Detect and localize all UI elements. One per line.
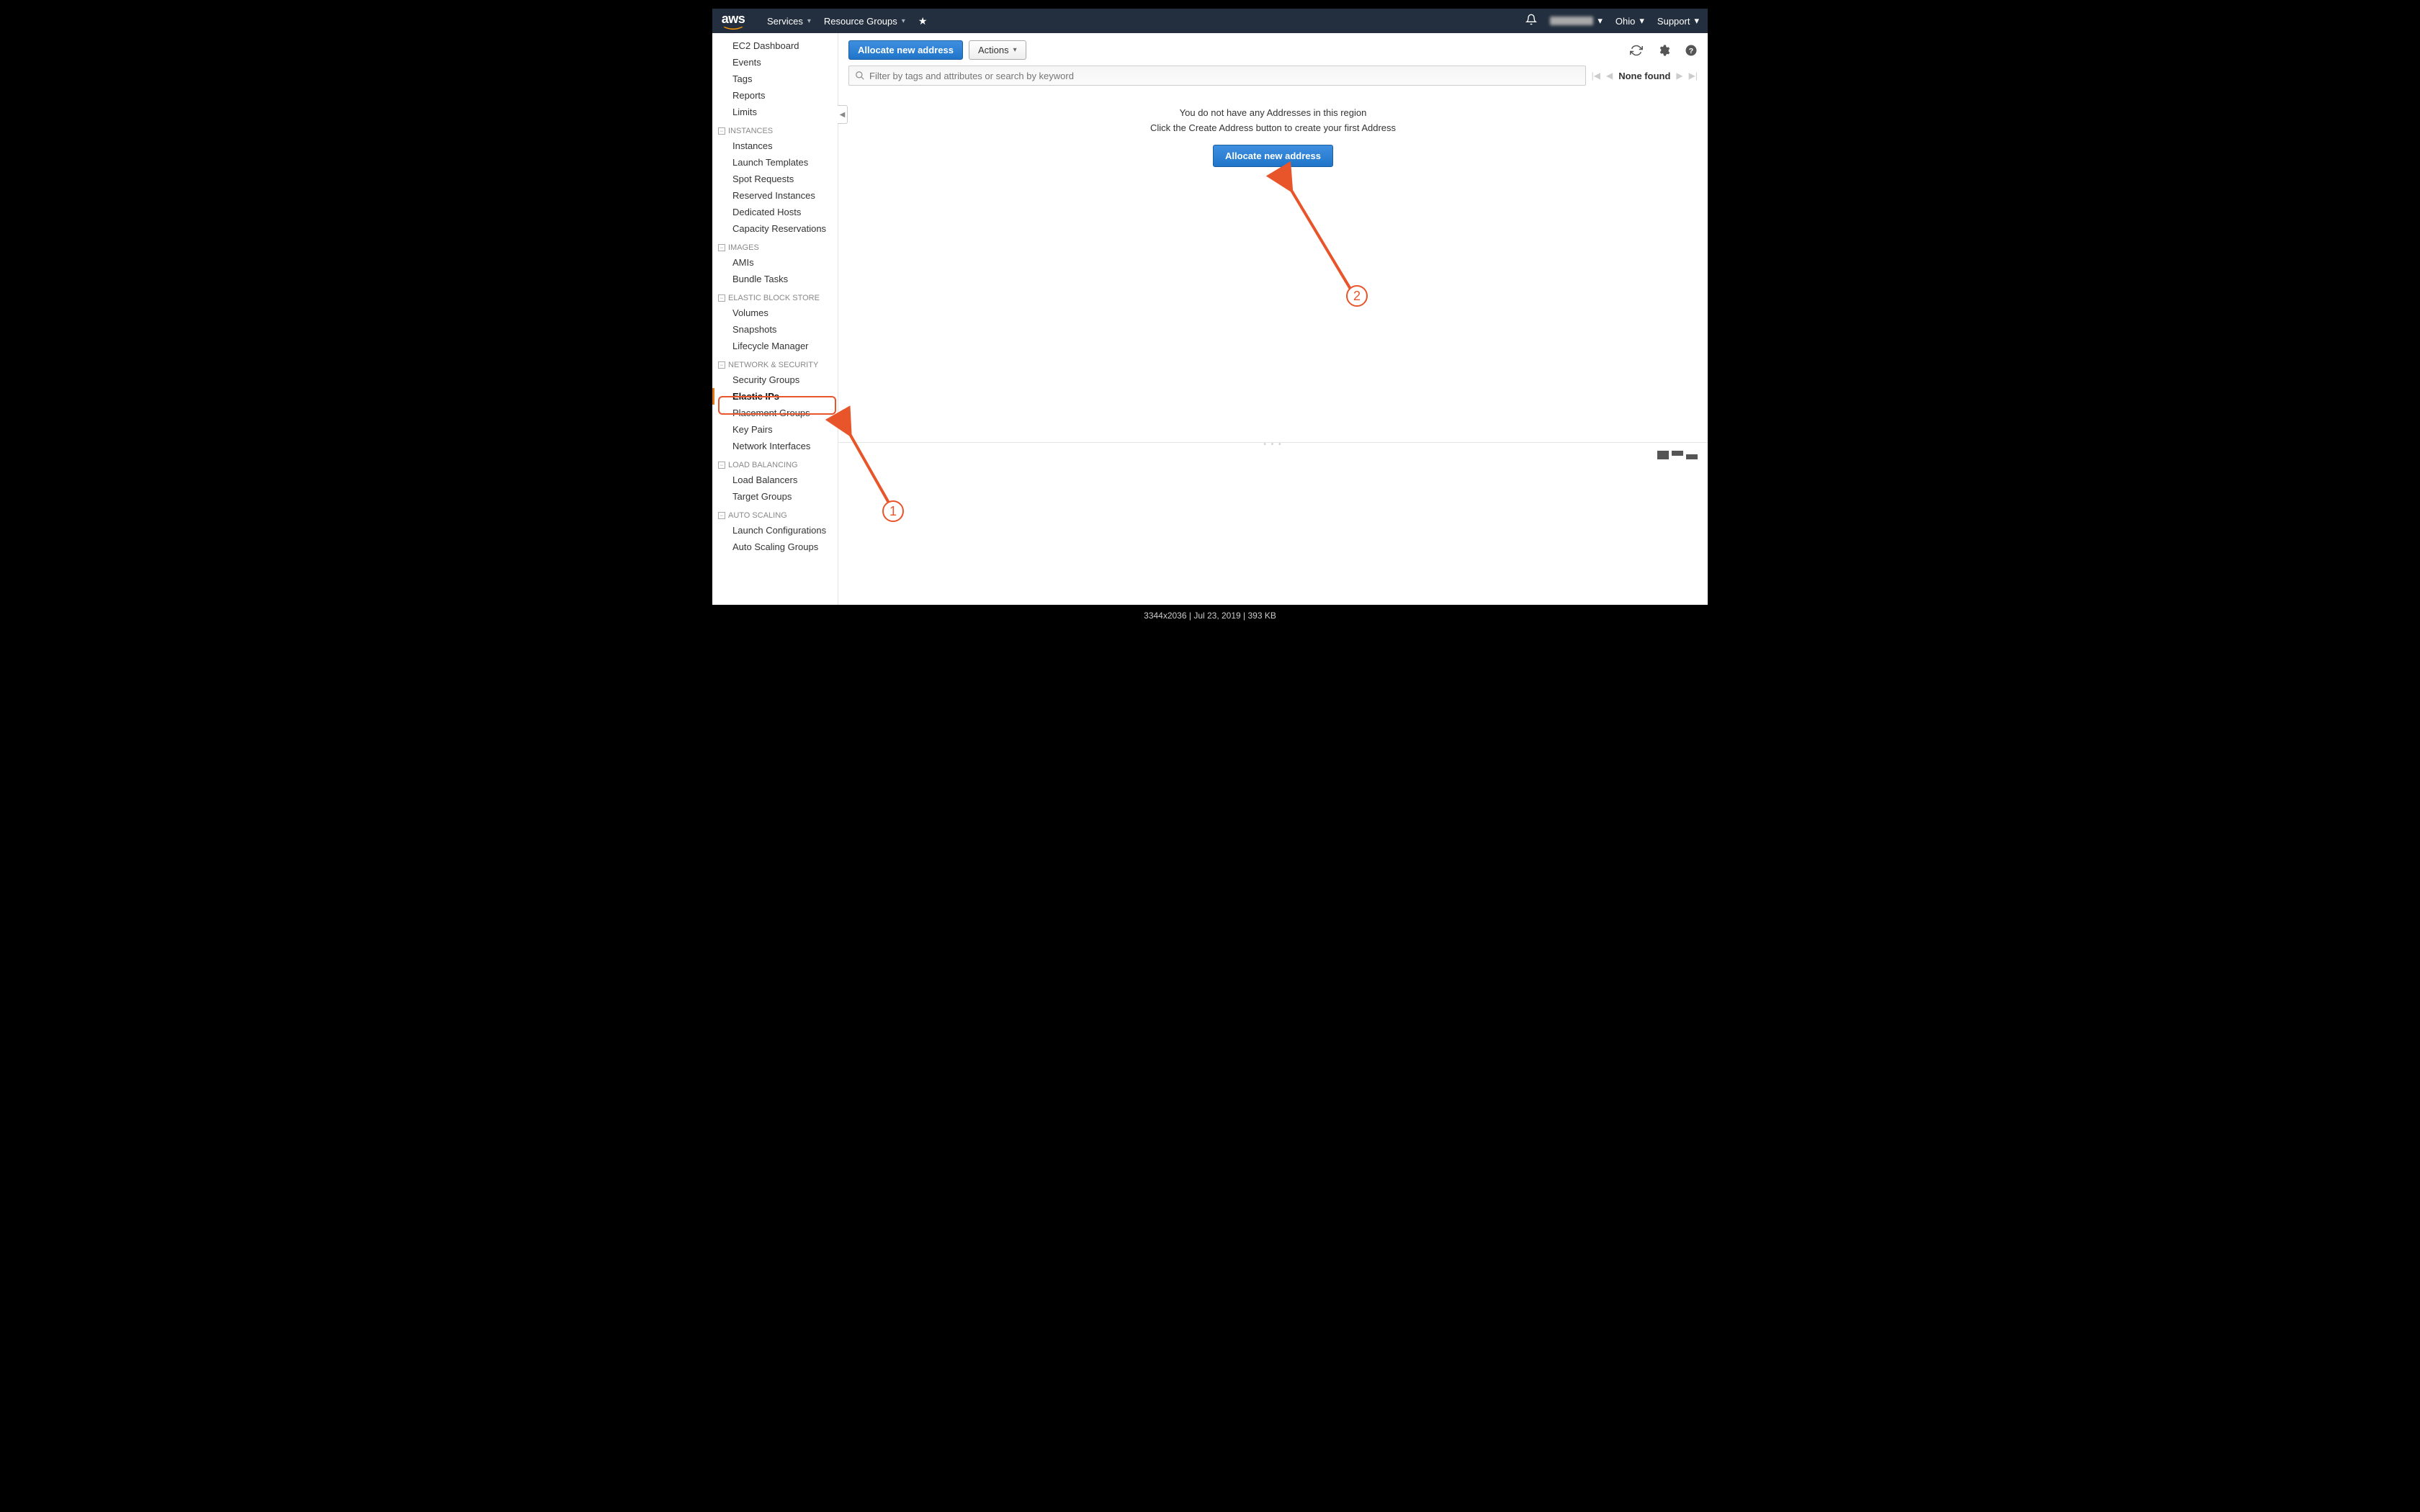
allocate-new-address-center-button[interactable]: Allocate new address — [1213, 145, 1333, 167]
sidebar-item[interactable]: Security Groups — [712, 372, 838, 388]
sidebar-item[interactable]: Instances — [712, 138, 838, 154]
sidebar-item[interactable]: Tags — [712, 71, 838, 87]
allocate-button-label: Allocate new address — [858, 45, 954, 55]
aws-logo-text: aws — [722, 12, 745, 27]
sidebar-section-header[interactable]: −IMAGES — [712, 237, 838, 254]
layout-split-icon[interactable] — [1672, 451, 1683, 459]
sidebar-item[interactable]: AMIs — [712, 254, 838, 271]
sidebar-item[interactable]: Placement Groups — [712, 405, 838, 421]
chevron-down-icon: ▾ — [807, 17, 811, 25]
nav-resource-groups[interactable]: Resource Groups ▾ — [824, 16, 905, 27]
pager-first-icon[interactable]: |◀ — [1592, 71, 1600, 81]
collapse-icon[interactable]: − — [718, 294, 725, 302]
sidebar-item[interactable]: Capacity Reservations — [712, 220, 838, 237]
notifications-bell-icon[interactable] — [1525, 14, 1537, 29]
sidebar-item[interactable]: Auto Scaling Groups — [712, 539, 838, 555]
sidebar-item[interactable]: Reserved Instances — [712, 187, 838, 204]
svg-text:?: ? — [1689, 46, 1693, 55]
pager: |◀ ◀ None found ▶ ▶| — [1592, 71, 1698, 81]
region-label: Ohio — [1615, 16, 1635, 27]
search-icon — [855, 71, 865, 81]
pager-prev-icon[interactable]: ◀ — [1606, 71, 1613, 81]
support-menu[interactable]: Support ▾ — [1657, 15, 1699, 27]
footer-caption: 3344x2036 | Jul 23, 2019 | 393 KB — [709, 611, 1711, 621]
sidebar-item[interactable]: Bundle Tasks — [712, 271, 838, 287]
sidebar-item[interactable]: Elastic IPs — [712, 388, 838, 405]
sidebar-item[interactable]: Lifecycle Manager — [712, 338, 838, 354]
pager-count: None found — [1618, 71, 1670, 81]
sidebar-item[interactable]: Snapshots — [712, 321, 838, 338]
layout-bottom-icon[interactable] — [1686, 451, 1698, 459]
collapse-icon[interactable]: − — [718, 512, 725, 519]
chevron-down-icon: ▾ — [1639, 15, 1644, 27]
sidebar-item[interactable]: Key Pairs — [712, 421, 838, 438]
sidebar: EC2 DashboardEventsTagsReportsLimits−INS… — [712, 33, 838, 605]
top-navbar: aws Services ▾ Resource Groups ▾ ★ ▾ — [712, 9, 1708, 33]
aws-logo[interactable]: aws — [721, 12, 745, 31]
refresh-icon[interactable] — [1630, 44, 1643, 57]
gear-icon[interactable] — [1657, 44, 1670, 57]
filter-bar: |◀ ◀ None found ▶ ▶| — [838, 66, 1708, 91]
collapse-icon[interactable]: − — [718, 462, 725, 469]
sidebar-section-header[interactable]: −ELASTIC BLOCK STORE — [712, 287, 838, 305]
sidebar-item[interactable]: Events — [712, 54, 838, 71]
filter-box[interactable] — [848, 66, 1586, 86]
collapse-icon[interactable]: − — [718, 127, 725, 135]
sidebar-item[interactable]: Load Balancers — [712, 472, 838, 488]
sidebar-item[interactable]: Launch Templates — [712, 154, 838, 171]
region-menu[interactable]: Ohio ▾ — [1615, 15, 1644, 27]
actions-button[interactable]: Actions ▾ — [969, 40, 1026, 60]
aws-swoosh-icon — [721, 27, 745, 31]
toolbar: Allocate new address Actions ▾ ? — [838, 33, 1708, 66]
sidebar-item[interactable]: Reports — [712, 87, 838, 104]
sidebar-section-header[interactable]: −AUTO SCALING — [712, 505, 838, 522]
sidebar-item[interactable]: Dedicated Hosts — [712, 204, 838, 220]
pager-last-icon[interactable]: ▶| — [1689, 71, 1698, 81]
empty-line-2: Click the Create Address button to creat… — [838, 122, 1708, 133]
sidebar-item[interactable]: Network Interfaces — [712, 438, 838, 454]
account-menu[interactable]: ▾ — [1550, 15, 1603, 27]
pager-next-icon[interactable]: ▶ — [1676, 71, 1682, 81]
pin-icon[interactable]: ★ — [918, 15, 928, 27]
collapse-sidebar-tab[interactable]: ◀ — [838, 105, 848, 124]
empty-line-1: You do not have any Addresses in this re… — [838, 107, 1708, 118]
chevron-down-icon: ▾ — [1694, 15, 1699, 27]
actions-button-label: Actions — [978, 45, 1009, 55]
sidebar-item[interactable]: Target Groups — [712, 488, 838, 505]
chevron-down-icon: ▾ — [902, 17, 905, 25]
sidebar-item[interactable]: Spot Requests — [712, 171, 838, 187]
layout-full-icon[interactable] — [1657, 451, 1669, 459]
sidebar-item[interactable]: EC2 Dashboard — [712, 37, 838, 54]
bottom-panel — [838, 446, 1708, 605]
collapse-icon[interactable]: − — [718, 244, 725, 251]
help-icon[interactable]: ? — [1685, 44, 1698, 57]
allocate-new-address-button[interactable]: Allocate new address — [848, 40, 963, 60]
main-panel: ◀ Allocate new address Actions ▾ — [838, 33, 1708, 605]
allocate-center-button-label: Allocate new address — [1225, 150, 1321, 161]
sidebar-section-header[interactable]: −LOAD BALANCING — [712, 454, 838, 472]
support-label: Support — [1657, 16, 1690, 27]
empty-state: You do not have any Addresses in this re… — [838, 91, 1708, 179]
layout-toggle-icons — [1657, 451, 1698, 459]
chevron-down-icon: ▾ — [1013, 46, 1017, 54]
nav-resource-groups-label: Resource Groups — [824, 16, 897, 27]
account-name-blurred — [1550, 17, 1593, 25]
sidebar-item[interactable]: Limits — [712, 104, 838, 120]
nav-services-label: Services — [767, 16, 803, 27]
sidebar-item[interactable]: Volumes — [712, 305, 838, 321]
sidebar-section-header[interactable]: −NETWORK & SECURITY — [712, 354, 838, 372]
sidebar-item[interactable]: Launch Configurations — [712, 522, 838, 539]
chevron-down-icon: ▾ — [1597, 15, 1603, 27]
nav-services[interactable]: Services ▾ — [767, 16, 811, 27]
sidebar-section-header[interactable]: −INSTANCES — [712, 120, 838, 138]
collapse-icon[interactable]: − — [718, 361, 725, 369]
filter-input[interactable] — [869, 71, 1579, 81]
